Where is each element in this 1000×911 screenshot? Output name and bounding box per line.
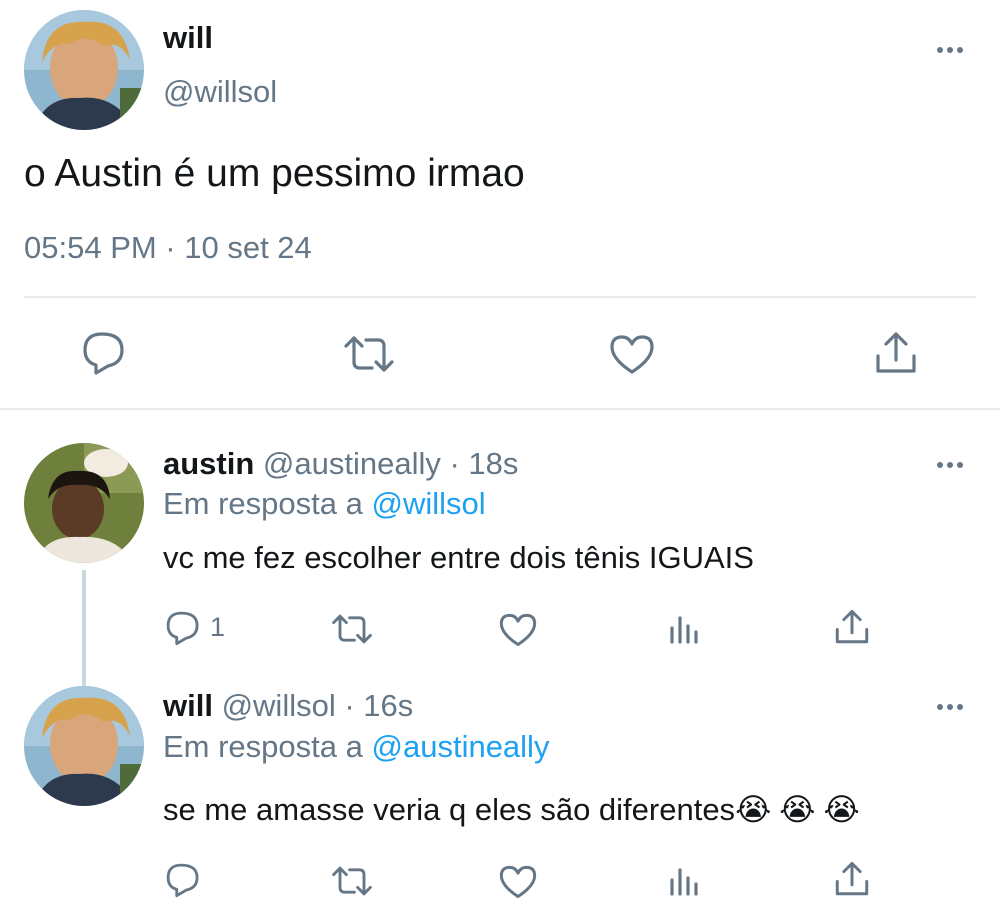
reply-count: 1 [210,612,226,642]
more-options-icon[interactable] [934,40,966,65]
retweet-icon[interactable] [330,613,374,645]
in-reply-to: Em resposta a @austineally [163,729,549,765]
retweet-icon[interactable] [330,865,374,897]
share-icon[interactable] [874,330,918,376]
avatar[interactable] [24,10,144,130]
reply-time: · 16s [344,688,414,723]
section-separator [0,408,1000,410]
more-options-icon[interactable] [934,697,966,722]
in-reply-to-label: Em resposta a [163,486,363,521]
author-handle[interactable]: @austineally [263,446,441,481]
author-name[interactable]: austin [163,446,254,481]
crying-emoji: 😭😭😭 [735,792,868,827]
in-reply-to-label: Em resposta a [163,729,363,764]
thread-line [82,570,86,686]
analytics-icon[interactable] [668,612,702,644]
analytics-icon[interactable] [668,864,702,896]
divider [24,296,976,298]
reply-header: will @willsol · 16s [163,688,413,724]
reply-icon[interactable] [164,610,202,646]
like-icon[interactable] [498,612,538,647]
avatar[interactable] [24,686,144,806]
author-handle[interactable]: @willsol [222,688,336,723]
reply-header: austin @austineally · 18s [163,446,518,482]
share-icon[interactable] [834,860,870,898]
tweet-timestamp[interactable]: 05:54 PM · 10 set 24 [24,230,312,266]
tweet-text: o Austin é um pessimo irmao [24,152,525,195]
author-name[interactable]: will [163,688,213,723]
tweet-text-content: se me amasse veria q eles são diferentes [163,792,736,827]
in-reply-to-handle[interactable]: @austineally [372,729,550,764]
tweet-text: se me amasse veria q eles são diferentes… [163,792,868,828]
reply-icon[interactable] [80,330,128,376]
share-icon[interactable] [834,608,870,646]
retweet-icon[interactable] [342,334,396,374]
reply-time: · 18s [449,446,519,481]
in-reply-to-handle[interactable]: @willsol [372,486,486,521]
like-icon[interactable] [608,333,656,375]
tweet-text: vc me fez escolher entre dois tênis IGUA… [163,540,754,575]
avatar[interactable] [24,443,144,563]
author-name[interactable]: will [163,20,213,56]
more-options-icon[interactable] [934,455,966,480]
like-icon[interactable] [498,864,538,899]
in-reply-to: Em resposta a @willsol [163,486,486,522]
reply-icon[interactable] [164,862,202,898]
author-handle[interactable]: @willsol [163,74,277,110]
